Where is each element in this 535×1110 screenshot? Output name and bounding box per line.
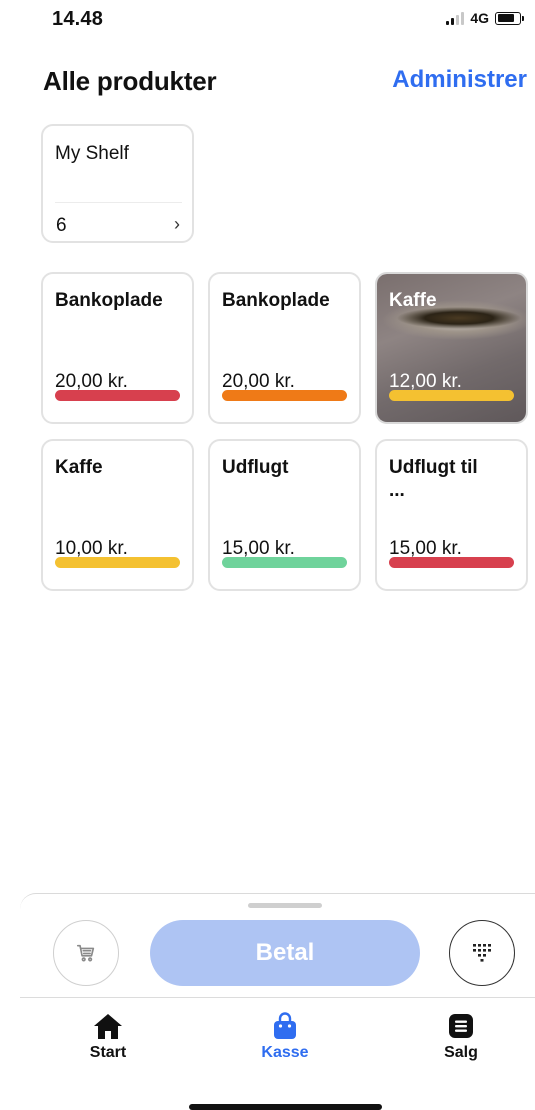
cart-button[interactable] <box>53 920 119 986</box>
list-icon <box>449 1014 473 1038</box>
checkout-sheet: Betal <box>20 893 535 998</box>
chevron-right-icon: › <box>174 214 180 234</box>
battery-icon <box>495 11 524 25</box>
product-name: Udflugt <box>222 457 289 478</box>
tab-bar: Start Kasse Salg <box>0 1000 535 1080</box>
product-color-bar <box>389 557 514 568</box>
home-indicator <box>189 1104 382 1110</box>
status-time: 14.48 <box>52 8 104 30</box>
product-card[interactable]: Kaffe 12,00 kr. <box>375 272 528 424</box>
product-color-bar <box>389 390 514 401</box>
product-card[interactable]: Bankoplade 20,00 kr. <box>208 272 361 424</box>
product-color-bar <box>222 557 347 568</box>
keypad-button[interactable] <box>449 920 515 986</box>
product-card[interactable]: Udflugt 15,00 kr. <box>208 439 361 591</box>
network-type: 4G <box>470 10 489 26</box>
product-card[interactable]: Udflugt til ... 15,00 kr. <box>375 439 528 591</box>
tab-start[interactable]: Start <box>63 1012 153 1062</box>
tab-kasse[interactable]: Kasse <box>240 1012 330 1062</box>
status-indicators: 4G <box>446 10 524 26</box>
keypad-icon <box>473 944 491 962</box>
tabbar-divider <box>20 997 535 998</box>
shelf-divider <box>55 202 182 203</box>
product-name: Bankoplade <box>222 290 330 311</box>
tab-label: Salg <box>444 1044 478 1061</box>
product-name: Udflugt til ... <box>389 457 478 501</box>
shopping-bag-icon <box>274 1012 296 1039</box>
product-card[interactable]: Kaffe 10,00 kr. <box>41 439 194 591</box>
sheet-handle[interactable] <box>248 903 322 908</box>
page-title: Alle produkter <box>43 66 217 96</box>
product-color-bar <box>55 390 180 401</box>
pay-button[interactable]: Betal <box>150 920 420 986</box>
status-bar: 14.48 4G <box>0 0 535 40</box>
home-icon <box>94 1014 122 1039</box>
cart-icon <box>76 944 95 962</box>
shelf-card[interactable]: My Shelf 6 › <box>41 124 194 243</box>
shelf-name: My Shelf <box>55 143 129 164</box>
tab-label: Kasse <box>261 1044 309 1061</box>
product-color-bar <box>222 390 347 401</box>
product-name: Bankoplade <box>55 290 163 311</box>
product-name: Kaffe <box>389 290 437 311</box>
product-color-bar <box>55 557 180 568</box>
tab-salg[interactable]: Salg <box>416 1012 506 1062</box>
tab-label: Start <box>89 1044 127 1061</box>
product-card[interactable]: Bankoplade 20,00 kr. <box>41 272 194 424</box>
signal-icon <box>446 11 465 25</box>
shelf-count: 6 <box>56 215 67 236</box>
administrer-button[interactable]: Administrer <box>392 66 527 94</box>
product-name: Kaffe <box>55 457 103 478</box>
